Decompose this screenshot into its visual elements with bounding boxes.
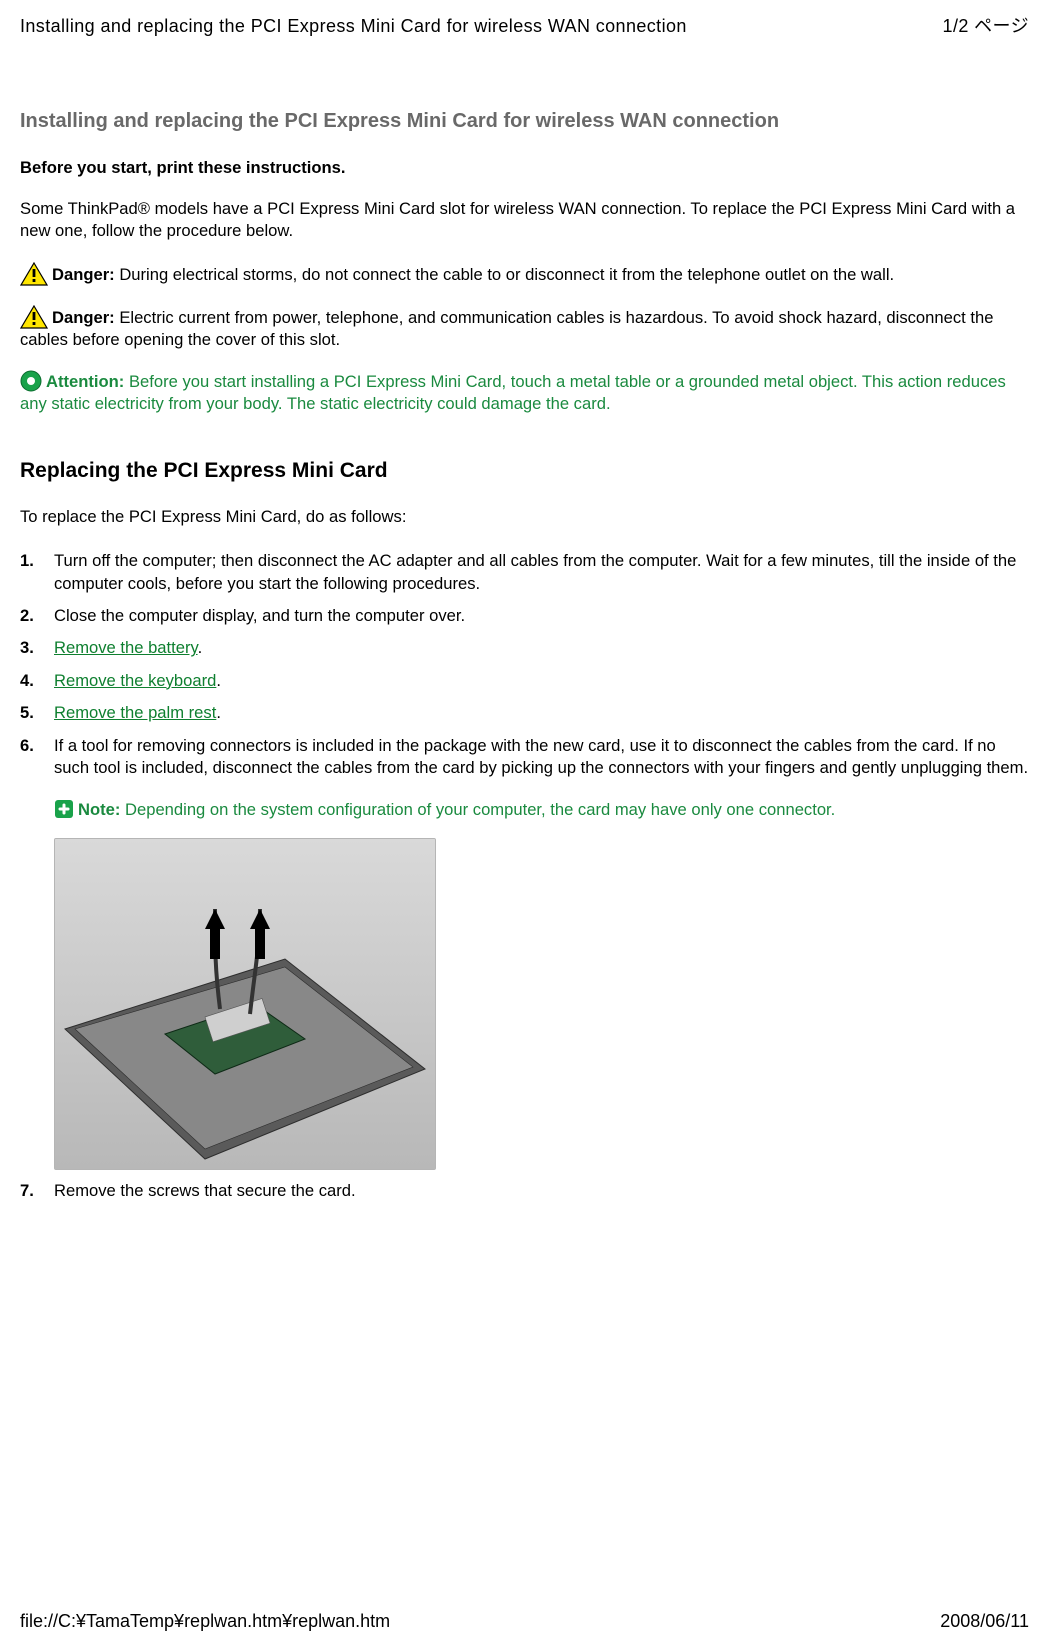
attention-text: Before you start installing a PCI Expres… [20, 372, 1006, 413]
danger-label: Danger: [52, 265, 115, 284]
step-body: Remove the keyboard. [54, 670, 1029, 692]
list-item: 2. Close the computer display, and turn … [20, 605, 1029, 627]
page-title: Installing and replacing the PCI Express… [20, 108, 1029, 135]
danger-text: During electrical storms, do not connect… [115, 265, 894, 284]
step-number: 6. [20, 735, 54, 757]
remove-palmrest-link[interactable]: Remove the palm rest [54, 703, 216, 722]
step-number: 3. [20, 637, 54, 659]
step-tail: . [216, 703, 221, 722]
danger-label: Danger: [52, 308, 115, 327]
step-number: 2. [20, 605, 54, 627]
list-item: 1. Turn off the computer; then disconnec… [20, 550, 1029, 595]
danger-icon [20, 262, 48, 286]
danger-text: Electric current from power, telephone, … [20, 308, 993, 349]
doc-title-header: Installing and replacing the PCI Express… [20, 14, 687, 38]
danger-callout-1: Danger: During electrical storms, do not… [20, 262, 1029, 286]
attention-label: Attention: [46, 372, 124, 391]
page-indicator: 1/2 ページ [943, 14, 1029, 38]
footer-date: 2008/06/11 [940, 1609, 1029, 1633]
list-item: 7. Remove the screws that secure the car… [20, 1180, 1029, 1202]
preface-bold: Before you start, print these instructio… [20, 157, 1029, 179]
step-number: 1. [20, 550, 54, 572]
step-body: Remove the palm rest. [54, 702, 1029, 724]
remove-keyboard-link[interactable]: Remove the keyboard [54, 671, 216, 690]
step-tail: . [198, 638, 203, 657]
section-intro: To replace the PCI Express Mini Card, do… [20, 506, 1029, 528]
remove-battery-link[interactable]: Remove the battery [54, 638, 198, 657]
step-body: Close the computer display, and turn the… [54, 605, 1029, 627]
list-item: 5. Remove the palm rest. [20, 702, 1029, 724]
list-item: 4. Remove the keyboard. [20, 670, 1029, 692]
step-body: If a tool for removing connectors is inc… [54, 735, 1029, 1170]
section-heading: Replacing the PCI Express Mini Card [20, 457, 1029, 485]
step-number: 4. [20, 670, 54, 692]
attention-icon [20, 370, 42, 392]
attention-callout: Attention: Before you start installing a… [20, 370, 1029, 416]
danger-callout-2: Danger: Electric current from power, tel… [20, 305, 1029, 352]
preface-intro: Some ThinkPad® models have a PCI Express… [20, 198, 1029, 243]
list-item: 3. Remove the battery. [20, 637, 1029, 659]
steps-list: 1. Turn off the computer; then disconnec… [20, 550, 1029, 1202]
figure-disconnect-cables [54, 838, 436, 1170]
step-body: Remove the battery. [54, 637, 1029, 659]
danger-icon [20, 305, 48, 329]
note-block: Note: Depending on the system configurat… [54, 799, 1029, 821]
step-number: 7. [20, 1180, 54, 1202]
footer-path: file://C:¥TamaTemp¥replwan.htm¥replwan.h… [20, 1609, 390, 1633]
note-icon [54, 799, 74, 819]
step-text: If a tool for removing connectors is inc… [54, 736, 1028, 777]
print-footer: file://C:¥TamaTemp¥replwan.htm¥replwan.h… [20, 1609, 1029, 1633]
step-number: 5. [20, 702, 54, 724]
note-text: Depending on the system configuration of… [120, 800, 835, 819]
print-header: Installing and replacing the PCI Express… [20, 14, 1029, 38]
list-item: 6. If a tool for removing connectors is … [20, 735, 1029, 1170]
step-tail: . [216, 671, 221, 690]
note-label: Note: [78, 800, 120, 819]
step-body: Remove the screws that secure the card. [54, 1180, 1029, 1202]
step-body: Turn off the computer; then disconnect t… [54, 550, 1029, 595]
